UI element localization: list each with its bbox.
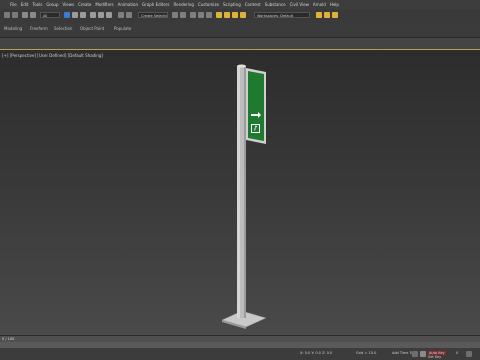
set-key-button[interactable]: Set Key bbox=[428, 355, 441, 359]
current-frame-field[interactable]: 0 bbox=[456, 351, 458, 355]
pole-highlight bbox=[237, 66, 240, 318]
frame-counter: 0 / 100 bbox=[2, 337, 15, 341]
pole-cap bbox=[237, 64, 246, 68]
exit-sign-pole[interactable] bbox=[221, 64, 267, 330]
go-to-start-icon[interactable] bbox=[412, 351, 418, 357]
coordinate-readout[interactable]: X: 0.0 Y: 0.0 Z: 0.0 bbox=[300, 351, 332, 355]
status-bar: X: 0.0 Y: 0.0 Z: 0.0 Grid = 10.0 Add Tim… bbox=[0, 348, 480, 360]
scene-canvas bbox=[221, 64, 267, 330]
grid-size: Grid = 10.0 bbox=[356, 351, 377, 355]
running-man-icon bbox=[251, 124, 260, 133]
pole-shadow bbox=[244, 66, 246, 318]
play-icon[interactable] bbox=[420, 351, 426, 357]
zoom-extents-icon[interactable] bbox=[466, 351, 472, 357]
